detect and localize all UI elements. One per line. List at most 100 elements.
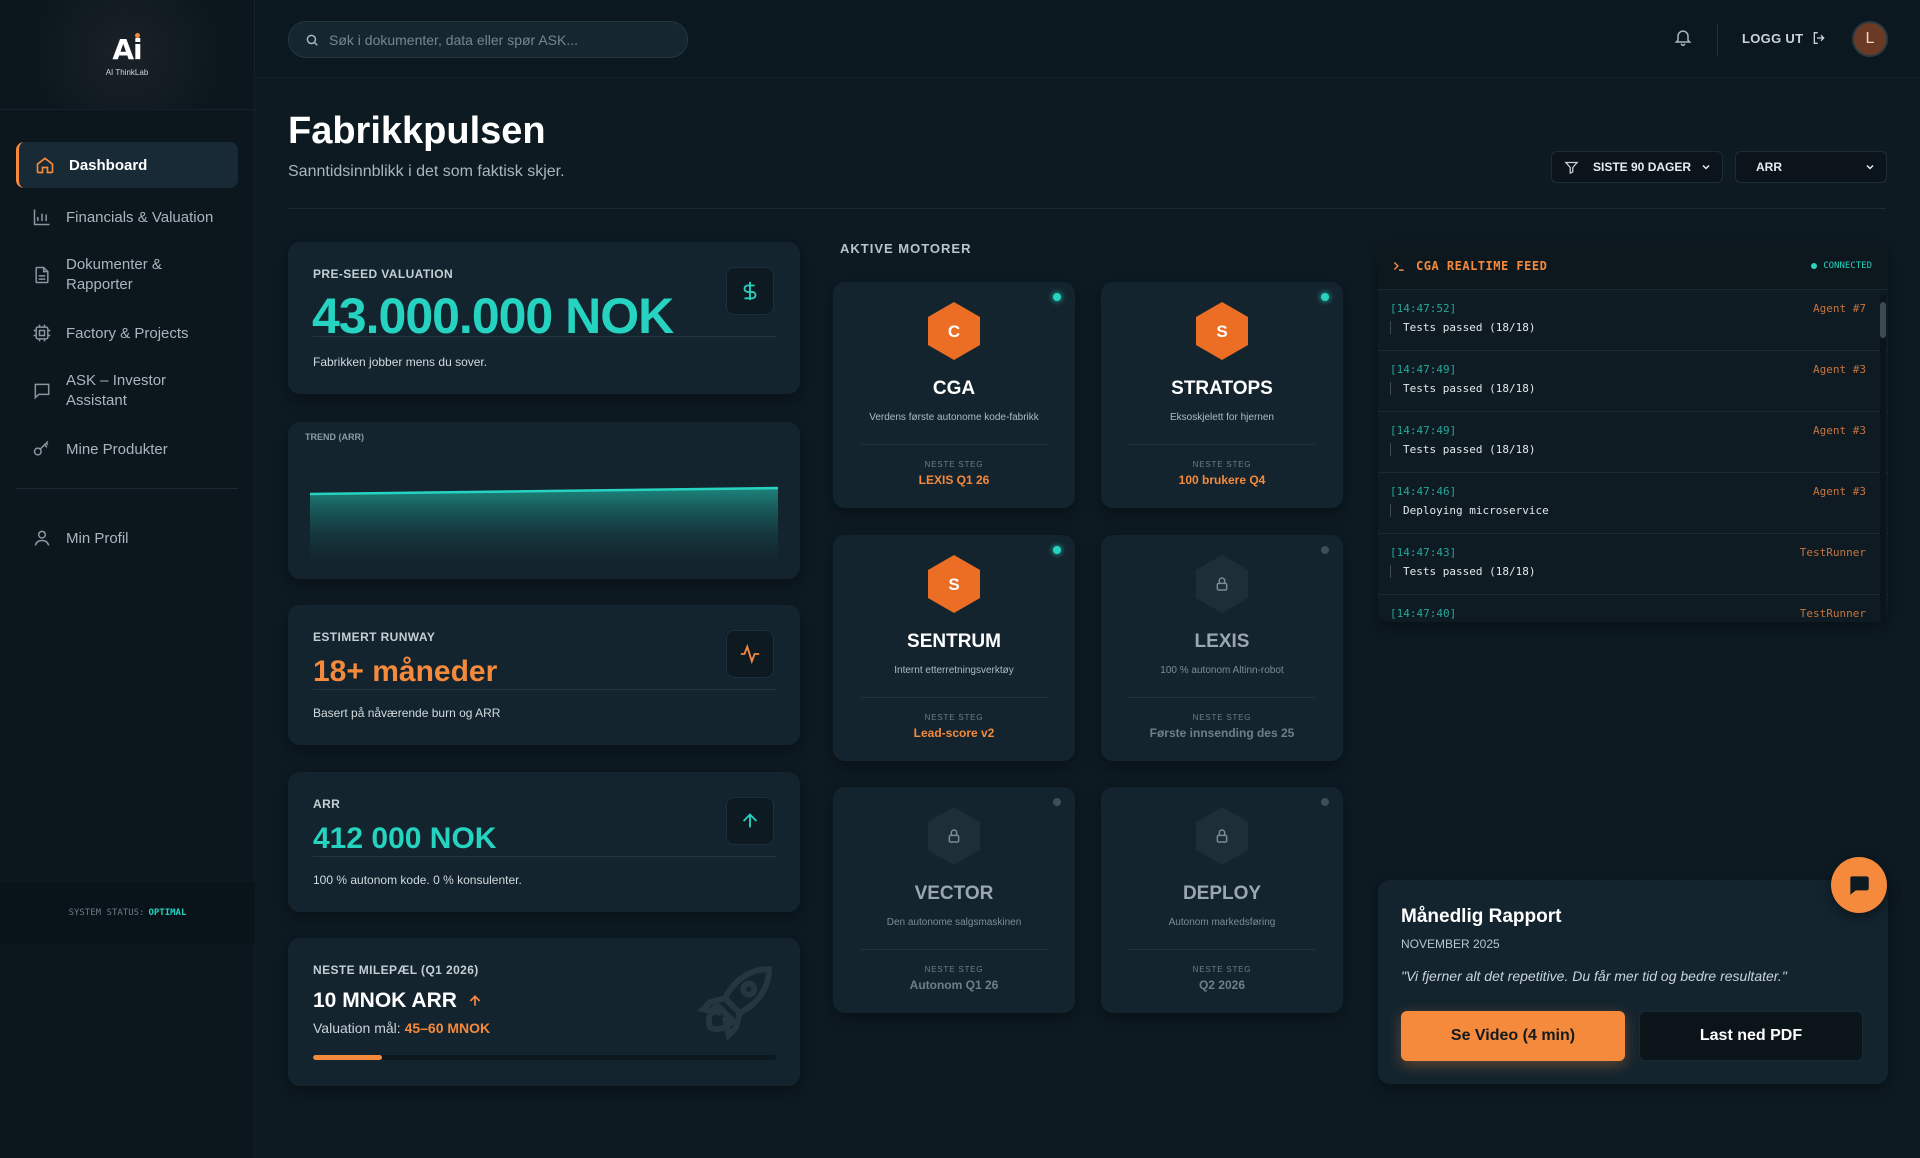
entry-message: Deploying microservice (1390, 504, 1866, 517)
connection-label: CONNECTED (1823, 260, 1872, 271)
next-step-label: NESTE STEG (1192, 460, 1252, 469)
card-divider (313, 689, 776, 690)
runway-caption: Basert på nåværende burn og ARR (313, 706, 501, 720)
report-date: NOVEMBER 2025 (1401, 937, 1500, 951)
watch-video-button[interactable]: Se Video (4 min) (1401, 1011, 1625, 1061)
search-icon (306, 34, 318, 46)
report-quote: "Vi fjerner alt det repetitive. Du får m… (1401, 968, 1787, 984)
arr-value: 412 000 NOK (313, 822, 497, 855)
next-step-value: Første innsending des 25 (1149, 726, 1295, 740)
engine-card-vector[interactable]: VECTOR Den autonome salgsmaskinen NESTE ST… (833, 787, 1075, 1013)
notifications-button[interactable] (1673, 27, 1693, 52)
entry-message: Tests passed (18/18) (1390, 321, 1866, 334)
engine-card-stratops[interactable]: S STRATOPS Eksoskjelett for hjernen NESTE S… (1101, 282, 1343, 508)
system-status: SYSTEM STATUS: OPTIMAL (0, 882, 255, 944)
next-step-label: NESTE STEG (1192, 713, 1252, 722)
feed-title: CGA REALTIME FEED (1416, 258, 1548, 273)
metric-filter-value: ARR (1756, 160, 1782, 174)
milestone-label: NESTE MILEPÆL (Q1 2026) (313, 963, 479, 977)
entry-timestamp: [14:47:49] (1390, 424, 1457, 437)
activity-icon (740, 643, 760, 665)
sidebar-item-documents[interactable]: Dokumenter & Rapporter (16, 246, 238, 304)
sidebar-item-label: Financials & Valuation (66, 208, 214, 226)
system-status-value: OPTIMAL (148, 908, 187, 918)
entry-agent: Agent #3 (1813, 485, 1866, 498)
avatar[interactable]: L (1852, 21, 1888, 57)
sidebar-item-products[interactable]: Mine Produkter (16, 426, 238, 472)
engine-description: Internt etterretningsverktøy (894, 665, 1014, 676)
milestone-target-label: Valuation mål: (313, 1020, 401, 1036)
entry-message: Tests passed (18/18) (1390, 443, 1866, 456)
engine-card-deploy[interactable]: DEPLOY Autonom markedsføring NESTE STEG Q2 … (1101, 787, 1343, 1013)
card-divider (313, 856, 776, 857)
valuation-label: PRE-SEED VALUATION (313, 267, 454, 281)
sidebar-item-label: Factory & Projects (66, 324, 189, 342)
sidebar-item-financials[interactable]: Financials & Valuation (16, 194, 238, 240)
engines-section-title: AKTIVE MOTORER (840, 241, 972, 256)
metric-filter-select[interactable]: ARR (1735, 151, 1887, 183)
chat-bubble-icon (1850, 876, 1869, 895)
arrow-up-icon (469, 995, 481, 1006)
period-filter-value: SISTE 90 DAGER (1593, 160, 1692, 174)
period-filter-select[interactable]: SISTE 90 DAGER (1551, 151, 1723, 183)
sidebar-item-profile[interactable]: Min Profil (16, 515, 238, 561)
milestone-target: Valuation mål: 45–60 MNOK (313, 1020, 490, 1036)
entry-agent: TestRunner (1799, 607, 1866, 620)
entry-agent: TestRunner (1799, 546, 1866, 559)
sidebar-item-factory[interactable]: Factory & Projects (16, 310, 238, 356)
document-icon (35, 266, 49, 284)
engine-divider (1129, 697, 1315, 698)
sidebar-item-label: Mine Produkter (66, 440, 168, 458)
chat-button[interactable] (1831, 857, 1887, 913)
trend-card: TREND (ARR) (288, 422, 800, 579)
engine-card-sentrum[interactable]: S SENTRUM Internt etterretningsverktøy NEST… (833, 535, 1075, 761)
search-input[interactable] (329, 31, 659, 48)
sidebar-item-ask[interactable]: ASK – Investor Assistant (16, 362, 238, 420)
engine-name: STRATOPS (1171, 378, 1273, 399)
engine-description: Verdens første autonome kode-fabrikk (869, 412, 1039, 423)
entry-timestamp: [14:47:40] (1390, 607, 1457, 620)
logo-mark: Ai (112, 32, 143, 66)
engine-hex-icon: C (928, 302, 980, 360)
report-title: Månedlig Rapport (1401, 906, 1562, 927)
feed-entry: [14:47:46] Agent #3 Deploying microservice (1378, 473, 1888, 534)
status-dot (1053, 798, 1061, 806)
entry-timestamp: [14:47:49] (1390, 363, 1457, 376)
next-step-value: Lead-score v2 (913, 726, 995, 740)
engine-name: DEPLOY (1182, 883, 1262, 904)
feed-entry: [14:47:49] Agent #3 Tests passed (18/18) (1378, 351, 1888, 412)
sidebar-item-label: Min Profil (66, 529, 129, 547)
status-dot (1053, 546, 1061, 554)
entry-timestamp: [14:47:43] (1390, 546, 1457, 559)
brand-name: AI ThinkLab (105, 67, 149, 77)
trend-area (310, 488, 778, 572)
entry-timestamp: [14:47:46] (1390, 485, 1457, 498)
sidebar-item-label: Dashboard (69, 156, 148, 174)
engine-letter: S (948, 575, 959, 594)
page-subtitle: Sanntidsinnblikk i det som faktisk skjer… (288, 163, 565, 180)
arrow-up-icon-box (726, 797, 774, 845)
engine-card-lexis[interactable]: LEXIS 100 % autonom Altinn-robot NESTE STE… (1101, 535, 1343, 761)
user-icon (34, 530, 50, 546)
engine-card-cga[interactable]: C CGA Verdens første autonome kode-fabrikk… (833, 282, 1075, 508)
sidebar-item-dashboard[interactable]: Dashboard (16, 142, 238, 188)
download-pdf-button[interactable]: Last ned PDF (1639, 1011, 1863, 1061)
entry-message: Tests passed (18/18) (1390, 382, 1866, 395)
search-bar[interactable] (288, 21, 688, 58)
cpu-icon (33, 324, 51, 342)
topbar: LOGG UT L (255, 0, 1920, 78)
brand-logo[interactable]: Ai AI ThinkLab (0, 0, 254, 110)
status-dot (1321, 293, 1329, 301)
activity-icon-box (726, 630, 774, 678)
logout-button[interactable]: LOGG UT (1742, 30, 1827, 46)
filter-icon (1564, 161, 1579, 174)
chevron-down-icon (1866, 164, 1874, 170)
connection-status: CONNECTED (1811, 261, 1872, 271)
scrollbar-thumb[interactable] (1880, 302, 1886, 338)
home-icon (36, 157, 54, 174)
trend-chart (310, 486, 778, 572)
arr-caption: 100 % autonom kode. 0 % konsulenter. (313, 873, 522, 887)
feed-entries[interactable]: [14:47:52] Agent #7 Tests passed (18/18) [1… (1378, 290, 1888, 622)
engine-name: SENTRUM (907, 631, 1001, 652)
feed-scrollbar[interactable] (1880, 294, 1886, 620)
